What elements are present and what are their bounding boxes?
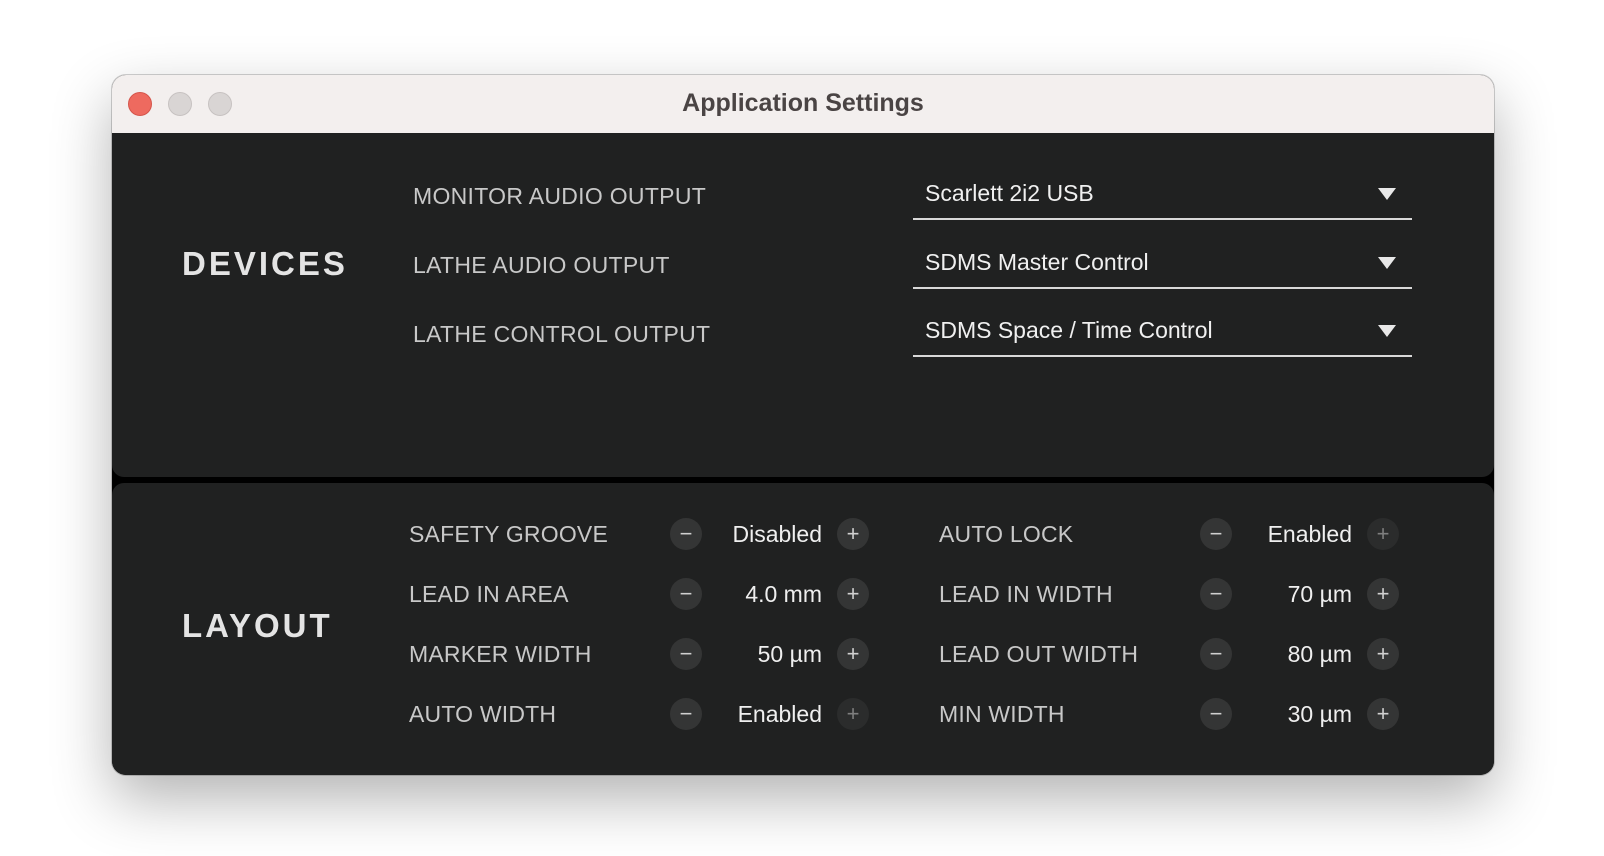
min-width-value: 30 µm — [1287, 701, 1352, 727]
safety-groove-increment-button[interactable]: + — [837, 518, 869, 550]
safety-groove-value: Disabled — [732, 521, 823, 547]
devices-panel: DEVICES MONITOR AUDIO OUTPUT Scarlett 2i… — [112, 133, 1494, 477]
lathe-audio-output-value: SDMS Master Control — [925, 249, 1149, 275]
marker-width-increment-button[interactable]: + — [837, 638, 869, 670]
auto-lock-value: Enabled — [1267, 521, 1352, 547]
monitor-audio-output-dropdown[interactable]: Scarlett 2i2 USB — [913, 172, 1412, 220]
chevron-down-icon — [1378, 188, 1396, 200]
min-width-label: MIN WIDTH — [939, 701, 1065, 727]
lathe-audio-output-label: LATHE AUDIO OUTPUT — [413, 252, 670, 278]
lead-in-area-increment-button[interactable]: + — [837, 578, 869, 610]
auto-width-label: AUTO WIDTH — [409, 701, 557, 727]
auto-lock-increment-button[interactable]: + — [1367, 518, 1399, 550]
min-width-increment-button[interactable]: + — [1367, 698, 1399, 730]
window-title: Application Settings — [682, 89, 924, 117]
monitor-audio-output-value: Scarlett 2i2 USB — [925, 180, 1094, 206]
layout-section-title: LAYOUT — [182, 607, 333, 644]
monitor-audio-output-label: MONITOR AUDIO OUTPUT — [413, 183, 707, 209]
lead-out-width-value: 80 µm — [1287, 641, 1352, 667]
lead-in-width-increment-button[interactable]: + — [1367, 578, 1399, 610]
safety-groove-label: SAFETY GROOVE — [409, 521, 608, 547]
lead-in-width-value: 70 µm — [1287, 581, 1352, 607]
layout-panel: LAYOUT SAFETY GROOVE − Disabled + AUTO LOCK −… — [112, 483, 1494, 775]
title-bar: Application Settings — [112, 75, 1494, 134]
lathe-control-output-label: LATHE CONTROL OUTPUT — [413, 321, 711, 347]
auto-width-value: Enabled — [737, 701, 822, 727]
auto-width-increment-button[interactable]: + — [837, 698, 869, 730]
chevron-down-icon — [1378, 325, 1396, 337]
lead-out-width-increment-button[interactable]: + — [1367, 638, 1399, 670]
lead-in-area-label: LEAD IN AREA — [409, 581, 569, 607]
lathe-control-output-value: SDMS Space / Time Control — [925, 317, 1213, 343]
lead-in-area-value: 4.0 mm — [745, 581, 822, 607]
chevron-down-icon — [1378, 257, 1396, 269]
settings-window: Application Settings DEVICES MONITOR AUD… — [112, 75, 1494, 775]
marker-width-value: 50 µm — [757, 641, 822, 667]
devices-section-title: DEVICES — [182, 245, 348, 282]
lathe-audio-output-dropdown[interactable]: SDMS Master Control — [913, 241, 1412, 289]
marker-width-label: MARKER WIDTH — [409, 641, 592, 667]
lead-in-width-label: LEAD IN WIDTH — [939, 581, 1113, 607]
lathe-control-output-dropdown[interactable]: SDMS Space / Time Control — [913, 309, 1412, 357]
auto-lock-label: AUTO LOCK — [939, 521, 1074, 547]
lead-out-width-label: LEAD OUT WIDTH — [939, 641, 1139, 667]
